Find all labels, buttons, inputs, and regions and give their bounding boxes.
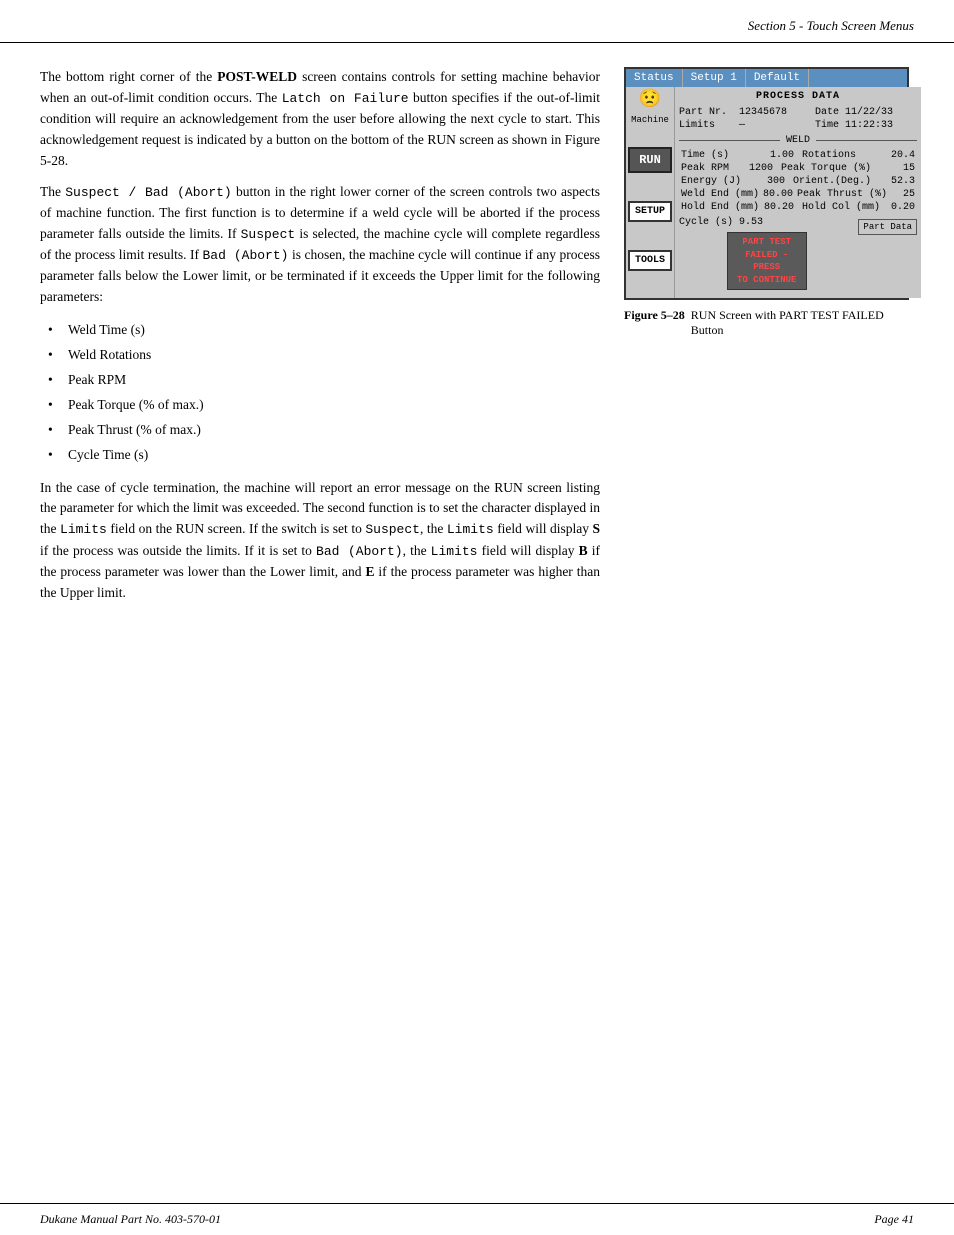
part-data-button[interactable]: Part Data <box>858 219 917 235</box>
cell-val: 25 <box>889 188 917 201</box>
cell-label: Peak Torque (%) <box>779 162 873 175</box>
cycle-label: Cycle (s) <box>679 217 733 228</box>
cell-label: Hold End (mm) <box>679 201 761 214</box>
part-nr-value: 12345678 <box>739 107 811 118</box>
text-column: The bottom right corner of the POST-WELD… <box>40 67 600 614</box>
cell-label: Weld End (mm) <box>679 188 761 201</box>
limits-row: Limits — Time 11:22:33 <box>679 119 917 132</box>
footer-left: Dukane Manual Part No. 403-570-01 <box>40 1212 221 1227</box>
data-grid-row: Hold End (mm) 80.20 Hold Col (mm) 0.20 <box>679 201 917 214</box>
screen-container: Status Setup 1 Default 😟 Machine RUN SET… <box>624 67 909 300</box>
part-nr-row: Part Nr. 12345678 Date 11/22/33 <box>679 106 917 119</box>
process-data-title: PROCESS DATA <box>679 91 917 102</box>
machine-label: Machine <box>631 115 669 125</box>
data-grid-row: Energy (J) 300 Orient.(Deg.) 52.3 <box>679 175 917 188</box>
figure-caption: Figure 5–28 RUN Screen with PART TEST FA… <box>624 308 914 338</box>
cell-val: 300 <box>743 175 787 188</box>
content-area: The bottom right corner of the POST-WELD… <box>0 43 954 634</box>
cell-val: 52.3 <box>873 175 917 188</box>
list-item: Peak Thrust (% of max.) <box>40 418 600 443</box>
cell-val: 20.4 <box>859 149 918 162</box>
figure-label: Figure 5–28 <box>624 308 685 338</box>
figure-column: Status Setup 1 Default 😟 Machine RUN SET… <box>624 67 914 614</box>
cycle-part-test-area: Cycle (s) 9.53 PART TEST FAILED - PRESS … <box>679 217 854 294</box>
part-test-button[interactable]: PART TEST FAILED - PRESS TO CONTINUE <box>727 232 807 290</box>
time-label: Time <box>815 120 845 131</box>
weld-text: WELD <box>780 135 816 146</box>
part-nr-label: Part Nr. <box>679 107 739 118</box>
bullet-list: Weld Time (s) Weld Rotations Peak RPM Pe… <box>40 318 600 468</box>
cell-label: Energy (J) <box>679 175 743 188</box>
screen-sidebar: 😟 Machine RUN SETUP TOOLS <box>626 87 675 298</box>
tab-status[interactable]: Status <box>626 69 683 87</box>
limits-label: Limits <box>679 120 739 131</box>
bottom-row: Cycle (s) 9.53 PART TEST FAILED - PRESS … <box>679 217 917 294</box>
cell-val: 0.20 <box>882 201 917 214</box>
cell-label: Rotations <box>800 149 859 162</box>
date-value: 11/22/33 <box>845 107 917 118</box>
tools-button[interactable]: TOOLS <box>628 250 672 271</box>
data-grid: Time (s) 1.00 Rotations 20.4 Peak RPM 12… <box>679 149 917 214</box>
screen-tabs: Status Setup 1 Default <box>626 69 907 87</box>
weld-divider: WELD <box>679 135 917 146</box>
cell-label: Orient.(Deg.) <box>791 175 873 188</box>
screen-main: PROCESS DATA Part Nr. 12345678 Date 11/2… <box>675 87 921 298</box>
page-header: Section 5 - Touch Screen Menus <box>0 0 954 43</box>
tab-setup1[interactable]: Setup 1 <box>683 69 746 87</box>
run-button[interactable]: RUN <box>628 147 672 173</box>
cell-label: Hold Col (mm) <box>800 201 882 214</box>
limits-value: — <box>739 120 811 131</box>
data-grid-row: Time (s) 1.00 Rotations 20.4 <box>679 149 917 162</box>
list-item: Peak RPM <box>40 368 600 393</box>
list-item: Cycle Time (s) <box>40 443 600 468</box>
screen-body: 😟 Machine RUN SETUP TOOLS PROCESS DATA P… <box>626 87 907 298</box>
weld-line-right <box>816 140 917 141</box>
weld-line-left <box>679 140 780 141</box>
cell-label: Peak RPM <box>679 162 731 175</box>
part-test-line1: PART TEST <box>734 236 800 249</box>
part-test-line3: TO CONTINUE <box>734 274 800 287</box>
cycle-value: 9.53 <box>739 217 763 228</box>
paragraph-1: The bottom right corner of the POST-WELD… <box>40 67 600 172</box>
tab-default[interactable]: Default <box>746 69 809 87</box>
cell-val: 15 <box>873 162 917 175</box>
cell-val: 1200 <box>731 162 775 175</box>
cell-val: 80.20 <box>761 201 796 214</box>
list-item: Peak Torque (% of max.) <box>40 393 600 418</box>
cycle-row: Cycle (s) 9.53 <box>679 217 854 228</box>
part-test-line2: FAILED - PRESS <box>734 249 800 274</box>
data-grid-row: Peak RPM 1200 Peak Torque (%) 15 <box>679 162 917 175</box>
data-grid-row: Weld End (mm) 80.00 Peak Thrust (%) 25 <box>679 188 917 201</box>
cell-label: Peak Thrust (%) <box>795 188 889 201</box>
cell-val: 1.00 <box>738 149 797 162</box>
cell-label: Time (s) <box>679 149 738 162</box>
page-footer: Dukane Manual Part No. 403-570-01 Page 4… <box>0 1203 954 1235</box>
header-text: Section 5 - Touch Screen Menus <box>748 18 914 33</box>
setup-button[interactable]: SETUP <box>628 201 672 222</box>
list-item: Weld Rotations <box>40 343 600 368</box>
part-data-area: Part Data <box>858 217 917 235</box>
paragraph-3: In the case of cycle termination, the ma… <box>40 478 600 604</box>
figure-caption-text: RUN Screen with PART TEST FAILED Button <box>691 308 914 338</box>
cell-val: 80.00 <box>761 188 791 201</box>
smiley-icon: 😟 <box>639 91 661 109</box>
time-value: 11:22:33 <box>845 120 917 131</box>
list-item: Weld Time (s) <box>40 318 600 343</box>
footer-right: Page 41 <box>874 1212 914 1227</box>
date-label: Date <box>815 107 845 118</box>
paragraph-2: The Suspect / Bad (Abort) button in the … <box>40 182 600 308</box>
